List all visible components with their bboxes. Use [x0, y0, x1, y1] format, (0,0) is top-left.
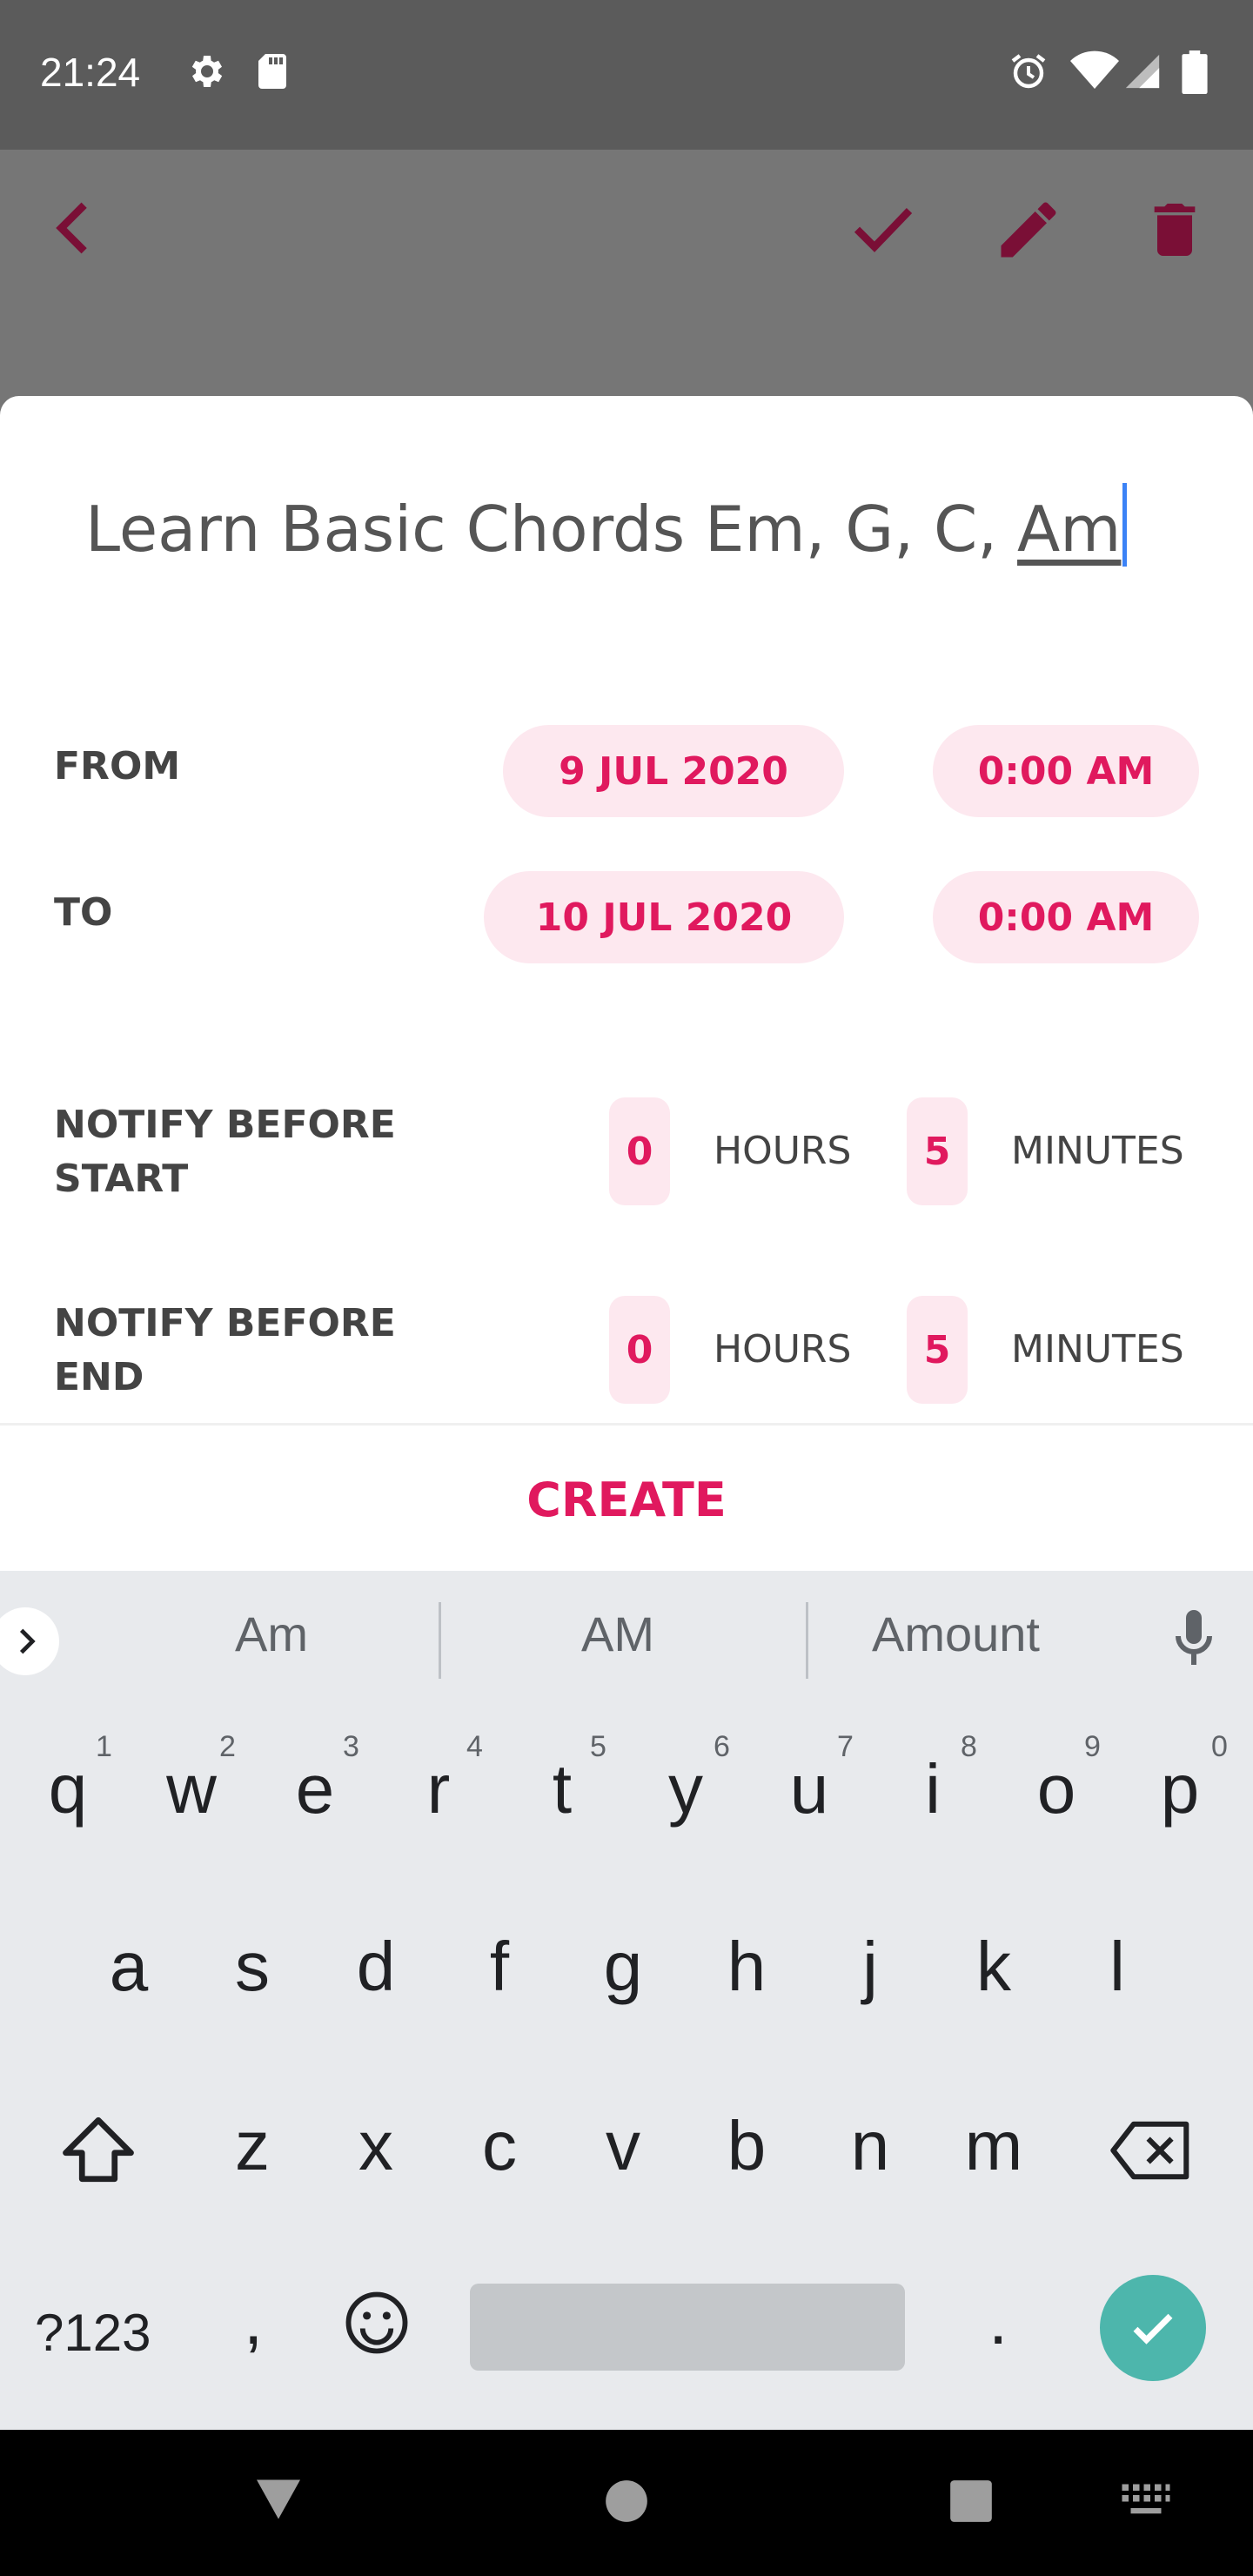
suggestion-3[interactable]: Amount [872, 1606, 1040, 1662]
key-f[interactable]: f [447, 1927, 552, 2007]
key-g[interactable]: g [571, 1927, 675, 2007]
sd-card-icon [258, 54, 286, 89]
app-bar [0, 150, 1253, 397]
to-date-chip[interactable]: 10 JUL 2020 [484, 871, 844, 963]
create-button[interactable]: CREATE [0, 1426, 1253, 1573]
key-z[interactable]: z [200, 2106, 305, 2186]
notify-end-label-line2: END [54, 1355, 144, 1399]
key-hint: 3 [343, 1730, 359, 1763]
key-b[interactable]: b [694, 2106, 799, 2186]
key-c[interactable]: c [447, 2106, 552, 2186]
suggestion-divider [806, 1602, 808, 1679]
alarm-icon [1011, 54, 1046, 89]
nav-recents-icon[interactable] [948, 2479, 994, 2524]
comma-key[interactable]: , [244, 2280, 263, 2360]
from-time-chip[interactable]: 0:00 AM [933, 725, 1199, 817]
navigation-bar [0, 2430, 1253, 2576]
notify-start-hours-input[interactable]: 0 [609, 1097, 670, 1205]
notify-start-minutes-input[interactable]: 5 [907, 1097, 968, 1205]
notify-end-label: NOTIFY BEFORE END [54, 1297, 396, 1405]
key-hint: 9 [1084, 1730, 1101, 1763]
key-m[interactable]: m [941, 2106, 1046, 2186]
notify-end-minutes-input[interactable]: 5 [907, 1296, 968, 1404]
to-time-chip[interactable]: 0:00 AM [933, 871, 1199, 963]
edit-icon[interactable] [992, 193, 1065, 266]
enter-check-icon [1133, 2313, 1173, 2345]
key-d[interactable]: d [324, 1927, 428, 2007]
wifi-icon [1070, 50, 1119, 89]
symbols-key[interactable]: ?123 [35, 2303, 151, 2363]
backspace-icon[interactable] [1110, 2120, 1192, 2181]
nav-home-icon[interactable] [604, 2479, 649, 2524]
event-sheet: Learn Basic Chords Em, G, C, Am FROM 9 J… [0, 396, 1253, 1571]
back-icon[interactable] [44, 193, 104, 263]
notify-start-label-line2: START [54, 1157, 189, 1201]
notify-start-label-line1: NOTIFY BEFORE [54, 1103, 396, 1147]
from-label: FROM [54, 744, 181, 788]
notify-start-hours-unit: HOURS [714, 1129, 852, 1173]
settings-icon [191, 56, 223, 87]
delete-icon[interactable] [1140, 193, 1209, 266]
key-hint: 1 [96, 1730, 112, 1763]
suggestion-2[interactable]: AM [581, 1606, 654, 1662]
notify-start-label: NOTIFY BEFORE START [54, 1098, 396, 1206]
period-key[interactable]: . [988, 2280, 1008, 2360]
status-bar: 21:24 [0, 0, 1253, 150]
key-hint: 2 [219, 1730, 236, 1763]
key-hint: 6 [714, 1730, 730, 1763]
emoji-icon[interactable] [343, 2289, 411, 2357]
notify-end-hours-input[interactable]: 0 [609, 1296, 670, 1404]
expand-suggestions-button[interactable] [0, 1607, 59, 1675]
key-j[interactable]: j [818, 1927, 922, 2007]
key-hint: 0 [1211, 1730, 1228, 1763]
notify-end-hours-unit: HOURS [714, 1327, 852, 1372]
shift-icon[interactable] [59, 2113, 137, 2186]
key-a[interactable]: a [77, 1927, 181, 2007]
key-v[interactable]: v [571, 2106, 675, 2186]
to-label: TO [54, 890, 113, 935]
suggestion-divider [439, 1602, 441, 1679]
keyboard-switch-icon[interactable] [1119, 2482, 1173, 2517]
key-hint: 7 [837, 1730, 854, 1763]
event-title-text: Learn Basic Chords Em, G, C, [85, 493, 1018, 566]
event-title-input[interactable]: Learn Basic Chords Em, G, C, Am [85, 483, 1216, 567]
notify-end-label-line1: NOTIFY BEFORE [54, 1301, 396, 1345]
text-cursor [1122, 483, 1128, 567]
space-key[interactable] [470, 2284, 905, 2371]
signal-icon [1125, 54, 1160, 89]
from-date-chip[interactable]: 9 JUL 2020 [503, 725, 844, 817]
key-x[interactable]: x [324, 2106, 428, 2186]
enter-key[interactable] [1100, 2275, 1206, 2381]
notify-end-minutes-unit: MINUTES [1011, 1327, 1184, 1372]
keyboard: q 1 w 2 e 3 r 4 t 5 y 6 u 7 i 8 o 9 p 0 … [0, 1706, 1253, 2430]
mic-icon[interactable] [1171, 1607, 1216, 1670]
key-n[interactable]: n [818, 2106, 922, 2186]
status-time: 21:24 [40, 50, 141, 95]
expand-suggestions-icon [19, 1628, 36, 1654]
suggestion-strip: Am AM Amount [0, 1571, 1253, 1706]
key-h[interactable]: h [694, 1927, 799, 2007]
nav-back-icon[interactable] [252, 2475, 305, 2524]
check-icon[interactable] [844, 193, 922, 263]
event-title-composing-word: Am [1017, 493, 1122, 566]
key-hint: 4 [466, 1730, 483, 1763]
suggestion-1[interactable]: Am [235, 1606, 308, 1662]
key-k[interactable]: k [941, 1927, 1046, 2007]
key-l[interactable]: l [1065, 1927, 1169, 2007]
key-hint: 5 [590, 1730, 606, 1763]
key-hint: 8 [961, 1730, 977, 1763]
key-s[interactable]: s [200, 1927, 305, 2007]
battery-icon [1182, 50, 1208, 94]
notify-start-minutes-unit: MINUTES [1011, 1129, 1184, 1173]
